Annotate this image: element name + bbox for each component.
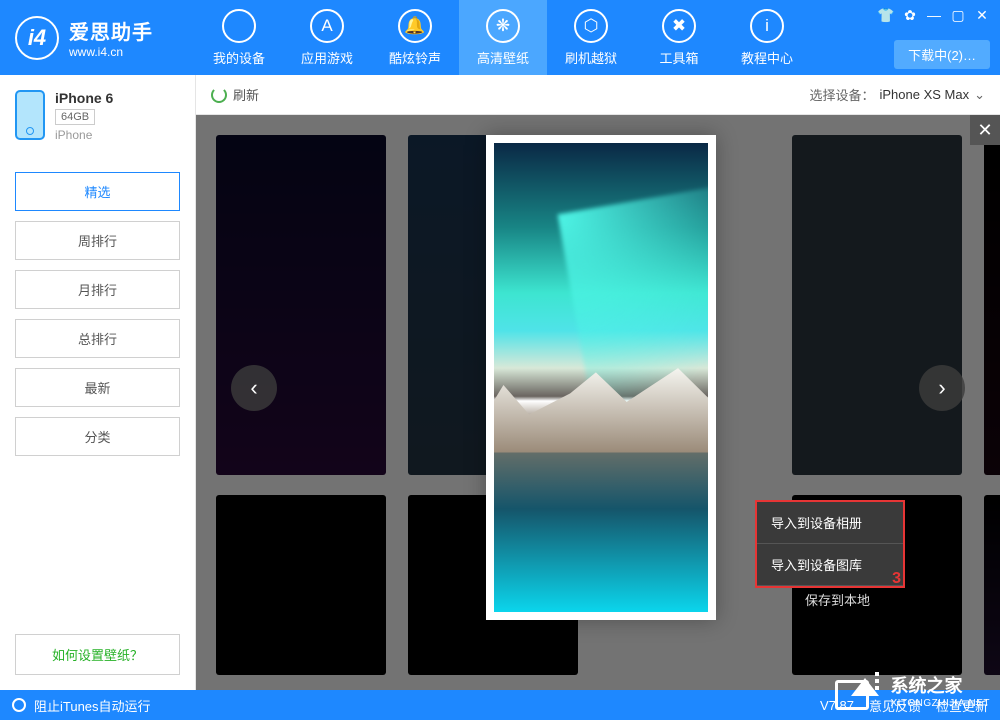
nav-label: 我的设备	[213, 48, 265, 67]
device-storage: 64GB	[55, 109, 95, 125]
status-bar: 阻止iTunes自动运行 V7.87 意见反馈 检查更新	[0, 690, 1000, 720]
side-tab-1[interactable]: 周排行	[15, 221, 180, 260]
side-tab-0[interactable]: 精选	[15, 172, 180, 211]
device-name: iPhone 6	[55, 90, 113, 106]
nav-icon	[222, 9, 256, 43]
nav-1[interactable]: A 应用游戏	[283, 0, 371, 75]
nav-icon: ✖	[662, 9, 696, 43]
nav-6[interactable]: i 教程中心	[723, 0, 811, 75]
nav-icon: ❋	[486, 9, 520, 43]
nav-3[interactable]: ❋ 高清壁纸	[459, 0, 547, 75]
block-itunes-toggle[interactable]: 阻止iTunes自动运行	[12, 696, 151, 715]
nav-2[interactable]: 🔔 酷炫铃声	[371, 0, 459, 75]
maximize-button[interactable]: ▢	[948, 6, 968, 24]
minimize-button[interactable]: —	[924, 6, 944, 24]
logo[interactable]: i4 爱思助手 www.i4.cn	[0, 16, 195, 60]
selected-device: iPhone XS Max	[879, 87, 969, 102]
nav-icon: 🔔	[398, 9, 432, 43]
refresh-icon	[211, 87, 227, 103]
logo-text: 爱思助手 www.i4.cn	[69, 16, 153, 59]
nav-icon: i	[750, 9, 784, 43]
next-arrow[interactable]: ›	[919, 365, 965, 411]
sidebar: iPhone 6 64GB iPhone 精选周排行月排行总排行最新分类 如何设…	[0, 75, 195, 690]
phone-icon	[15, 90, 45, 140]
select-label: 选择设备：	[809, 85, 874, 104]
chevron-down-icon: ⌄	[974, 87, 985, 103]
nav-icon: ⬡	[574, 9, 608, 43]
block-itunes-label: 阻止iTunes自动运行	[34, 696, 151, 715]
nav-label: 工具箱	[659, 48, 698, 67]
nav-label: 高清壁纸	[477, 48, 529, 67]
nav-icon: A	[310, 9, 344, 43]
refresh-button[interactable]: 刷新	[211, 85, 259, 104]
gear-icon[interactable]: ✿	[900, 6, 920, 24]
context-menu: 导入到设备相册 导入到设备图库 3	[755, 500, 905, 588]
preview-image	[494, 143, 708, 612]
save-local[interactable]: 保存到本地	[805, 590, 870, 609]
nav-4[interactable]: ⬡ 刷机越狱	[547, 0, 635, 75]
main-panel: 刷新 选择设备： iPhone XS Max ⌄	[195, 75, 1000, 690]
help-link[interactable]: 如何设置壁纸？	[15, 634, 180, 675]
wallpaper-gallery: ✕ ‹ › 导入到设备相册 导入到设备图库 3 保存到本地	[196, 115, 1000, 690]
check-update-link[interactable]: 检查更新	[936, 696, 988, 715]
nav-5[interactable]: ✖ 工具箱	[635, 0, 723, 75]
close-button[interactable]: ✕	[972, 6, 992, 24]
wallpaper-preview[interactable]	[486, 135, 716, 620]
side-tab-2[interactable]: 月排行	[15, 270, 180, 309]
nav-label: 酷炫铃声	[389, 48, 441, 67]
close-preview-button[interactable]: ✕	[970, 115, 1000, 145]
nav-label: 应用游戏	[301, 48, 353, 67]
side-nav: 精选周排行月排行总排行最新分类	[0, 157, 195, 471]
feedback-link[interactable]: 意见反馈	[869, 696, 921, 715]
side-tab-4[interactable]: 最新	[15, 368, 180, 407]
device-selector[interactable]: 选择设备： iPhone XS Max ⌄	[809, 85, 985, 104]
device-type: iPhone	[55, 128, 113, 142]
version-label: V7.87	[820, 698, 854, 713]
app-header: i4 爱思助手 www.i4.cn 我的设备 A 应用游戏 🔔 酷炫铃声 ❋ 高清壁纸 ⬡ 刷机…	[0, 0, 1000, 75]
radio-icon	[12, 698, 26, 712]
prev-arrow[interactable]: ‹	[231, 365, 277, 411]
downloading-button[interactable]: 下载中(2)…	[894, 40, 990, 69]
device-info[interactable]: iPhone 6 64GB iPhone	[0, 75, 195, 157]
toolbar: 刷新 选择设备： iPhone XS Max ⌄	[196, 75, 1000, 115]
logo-icon: i4	[15, 16, 59, 60]
nav-label: 刷机越狱	[565, 48, 617, 67]
window-controls: 👕 ✿ — ▢ ✕	[876, 6, 992, 24]
import-to-gallery[interactable]: 导入到设备图库	[757, 544, 903, 586]
side-tab-5[interactable]: 分类	[15, 417, 180, 456]
menu-badge: 3	[892, 570, 901, 588]
tshirt-icon[interactable]: 👕	[876, 6, 896, 24]
import-to-album[interactable]: 导入到设备相册	[757, 502, 903, 544]
nav-0[interactable]: 我的设备	[195, 0, 283, 75]
nav-label: 教程中心	[741, 48, 793, 67]
refresh-label: 刷新	[233, 85, 259, 104]
side-tab-3[interactable]: 总排行	[15, 319, 180, 358]
